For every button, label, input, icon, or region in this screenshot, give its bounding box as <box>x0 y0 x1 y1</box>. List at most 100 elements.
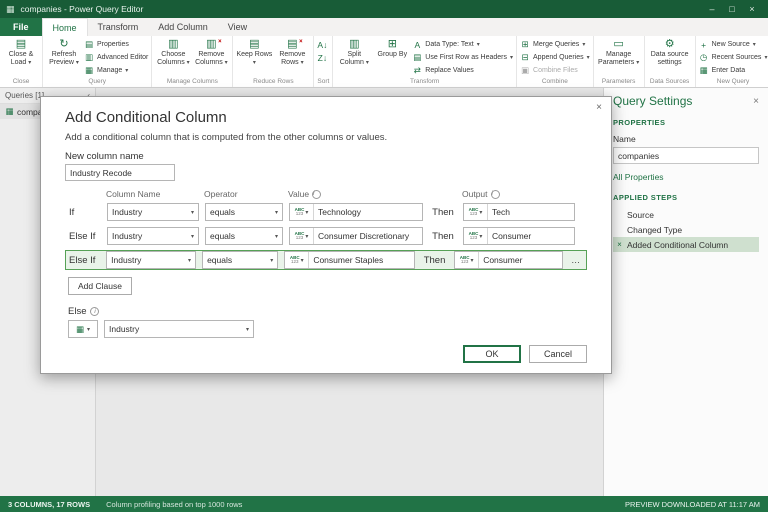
step-label: Added Conditional Column <box>627 240 728 250</box>
chevron-down-icon: ▾ <box>479 233 482 240</box>
new-source-button[interactable]: + New Source ▾ <box>699 38 768 51</box>
value-type-button[interactable]: ABC123▾ <box>290 204 314 220</box>
first-row-headers-icon: ▤ <box>412 52 422 63</box>
column-name-select[interactable]: Industry▾ <box>107 227 199 245</box>
properties-section-header: PROPERTIES <box>613 118 759 127</box>
status-profiling-info: Column profiling based on top 1000 rows <box>106 500 242 509</box>
value-input[interactable]: Consumer Discretionary <box>314 228 422 244</box>
else-if-label: Else If <box>69 255 100 266</box>
value-input[interactable]: Consumer Staples <box>309 252 414 268</box>
tab-view[interactable]: View <box>218 18 257 36</box>
close-and-load-button[interactable]: ▤ Close & Load ▾ <box>3 37 39 67</box>
add-clause-button[interactable]: Add Clause <box>68 277 132 295</box>
group-label-transform: Transform <box>336 78 513 87</box>
keep-rows-button[interactable]: ▤ Keep Rows ▾ <box>236 37 272 67</box>
manage-button[interactable]: ▦ Manage ▾ <box>84 64 148 77</box>
all-properties-link[interactable]: All Properties <box>613 172 664 182</box>
remove-columns-button[interactable]: ▥× Remove Columns ▾ <box>193 37 229 67</box>
advanced-editor-icon: ▥ <box>84 52 94 63</box>
chevron-down-icon: ▾ <box>587 54 590 61</box>
close-icon[interactable]: × <box>742 0 762 18</box>
else-row: ▦ ▾ Industry ▾ <box>68 320 587 338</box>
manage-parameters-button[interactable]: ▭ Manage Parameters ▾ <box>597 37 641 67</box>
properties-label: Properties <box>97 41 129 48</box>
chevron-down-icon: ▾ <box>471 257 474 264</box>
output-type-button[interactable]: ABC123▾ <box>464 204 488 220</box>
choose-columns-button[interactable]: ▥ Choose Columns ▾ <box>155 37 191 67</box>
ribbon-tabs: File Home Transform Add Column View <box>0 18 768 36</box>
chevron-down-icon: ▾ <box>187 60 190 66</box>
status-bar: 3 COLUMNS, 17 ROWS Column profiling base… <box>0 496 768 512</box>
chevron-down-icon: ▾ <box>246 326 249 333</box>
close-icon[interactable]: × <box>596 102 602 113</box>
ribbon-group-manage-columns: ▥ Choose Columns ▾ ▥× Remove Columns ▾ M… <box>152 36 233 87</box>
enter-data-button[interactable]: ▦ Enter Data <box>699 64 768 77</box>
condition-row: If Industry▾ equals▾ ABC123▾ Technology … <box>65 202 587 222</box>
dialog-description: Add a conditional column that is compute… <box>65 132 587 143</box>
cancel-button[interactable]: Cancel <box>529 345 587 363</box>
append-queries-button[interactable]: ⊟ Append Queries ▾ <box>520 51 590 64</box>
chevron-down-icon: ▾ <box>275 233 278 240</box>
merge-queries-button[interactable]: ⊞ Merge Queries ▾ <box>520 38 590 51</box>
remove-rows-button[interactable]: ▤× Remove Rows ▾ <box>274 37 310 67</box>
refresh-preview-label: Refresh Preview <box>49 51 76 66</box>
output-type-button[interactable]: ABC123▾ <box>455 252 479 268</box>
red-x-icon: × <box>299 39 303 45</box>
choose-columns-icon: ▥ <box>168 38 178 51</box>
output-input[interactable]: Consumer <box>479 252 562 268</box>
replace-values-button[interactable]: ⇄ Replace Values <box>412 64 513 77</box>
output-input[interactable]: Tech <box>488 204 574 220</box>
tab-home[interactable]: Home <box>42 18 88 36</box>
maximize-icon[interactable]: □ <box>722 0 742 18</box>
sort-descending-button[interactable]: Z↓ <box>317 51 327 64</box>
tab-add-column[interactable]: Add Column <box>148 18 218 36</box>
operator-select[interactable]: equals▾ <box>202 251 278 269</box>
refresh-preview-button[interactable]: ↻ Refresh Preview ▾ <box>46 37 82 67</box>
manage-parameters-label: Manage Parameters <box>598 51 634 66</box>
row-more-options-icon[interactable]: … <box>569 255 583 265</box>
step-label: Changed Type <box>627 225 682 235</box>
column-name-select[interactable]: Industry▾ <box>107 203 199 221</box>
applied-step-source[interactable]: Source <box>613 207 759 222</box>
close-and-load-icon: ▤ <box>16 38 26 51</box>
data-type-button[interactable]: A Data Type: Text ▾ <box>412 38 513 51</box>
group-by-label: Group By <box>378 51 408 58</box>
column-name-select[interactable]: Industry▾ <box>106 251 196 269</box>
chevron-down-icon: ▾ <box>301 60 304 66</box>
value-input[interactable]: Technology <box>314 204 422 220</box>
applied-step-added-conditional-column[interactable]: × Added Conditional Column <box>613 237 759 252</box>
ribbon-group-parameters: ▭ Manage Parameters ▾ Parameters <box>594 36 645 87</box>
split-column-button[interactable]: ▥ Split Column ▾ <box>336 37 372 67</box>
gear-icon: ⚙ <box>665 38 675 51</box>
delete-step-icon[interactable]: × <box>615 240 624 249</box>
value-field: ABC123▾ Consumer Discretionary <box>289 227 423 245</box>
sort-ascending-button[interactable]: A↓ <box>317 38 327 51</box>
group-by-button[interactable]: ⊞ Group By <box>374 37 410 59</box>
split-column-icon: ▥ <box>349 38 359 51</box>
close-icon[interactable]: × <box>753 96 759 107</box>
operator-select[interactable]: equals▾ <box>205 227 283 245</box>
tab-file[interactable]: File <box>0 18 42 36</box>
recent-sources-button[interactable]: ◷ Recent Sources ▾ <box>699 51 768 64</box>
value-type-button[interactable]: ABC123▾ <box>290 228 314 244</box>
tab-transform[interactable]: Transform <box>88 18 149 36</box>
value-type-button[interactable]: ABC123▾ <box>285 252 309 268</box>
operator-select[interactable]: equals▾ <box>205 203 283 221</box>
ok-button[interactable]: OK <box>463 345 521 363</box>
output-input[interactable]: Consumer <box>488 228 574 244</box>
properties-button[interactable]: ▤ Properties <box>84 38 148 51</box>
query-name-input[interactable] <box>613 147 759 164</box>
minimize-icon[interactable]: – <box>702 0 722 18</box>
enter-data-label: Enter Data <box>712 67 745 74</box>
use-first-row-as-headers-button[interactable]: ▤ Use First Row as Headers ▾ <box>412 51 513 64</box>
else-type-button[interactable]: ▦ ▾ <box>68 320 98 338</box>
applied-step-changed-type[interactable]: Changed Type <box>613 222 759 237</box>
replace-values-label: Replace Values <box>425 67 474 74</box>
new-column-name-input[interactable] <box>65 164 175 181</box>
output-type-button[interactable]: ABC123▾ <box>464 228 488 244</box>
data-source-settings-button[interactable]: ⚙ Data source settings <box>648 37 692 67</box>
chevron-down-icon: ▾ <box>582 41 585 48</box>
advanced-editor-button[interactable]: ▥ Advanced Editor <box>84 51 148 64</box>
else-value-select[interactable]: Industry ▾ <box>104 320 254 338</box>
query-settings-title: Query Settings <box>613 94 692 108</box>
